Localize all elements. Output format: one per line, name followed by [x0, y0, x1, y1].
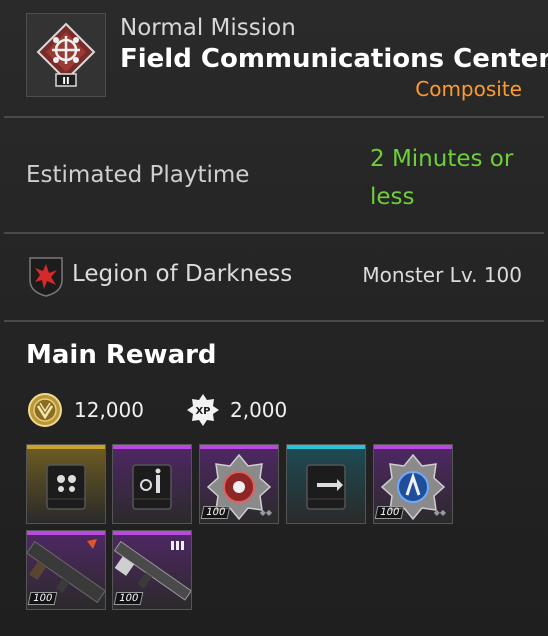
- enemy-level: Monster Lv. 100: [362, 263, 522, 287]
- reward-item-red-core[interactable]: 100 ◆◆: [199, 444, 279, 524]
- xp-amount: 2,000: [230, 398, 288, 422]
- gold-coin-icon: [28, 393, 62, 427]
- reward-item-launcher[interactable]: 100: [26, 530, 106, 610]
- playtime-value: 2 Minutes or less: [370, 146, 514, 210]
- item-level: 100: [113, 592, 144, 605]
- reward-item-purple-module[interactable]: [112, 444, 192, 524]
- divider: [4, 116, 544, 118]
- mission-rank-label: II: [62, 76, 69, 87]
- reward-item-gold-module[interactable]: [26, 444, 106, 524]
- legion-of-darkness-icon: [26, 254, 66, 298]
- mission-name: Field Communications Center: [120, 44, 548, 74]
- item-grade-dots: ◆◆: [433, 508, 446, 517]
- mission-emblem-icon: II: [26, 13, 106, 97]
- xp-label: XP: [195, 406, 210, 417]
- mission-tag: Composite: [415, 77, 522, 101]
- enemy-faction-name: Legion of Darkness: [72, 261, 293, 287]
- purple-module-icon: [113, 449, 191, 523]
- reward-item-rifle[interactable]: 100: [112, 530, 192, 610]
- gold-amount: 12,000: [74, 398, 144, 422]
- main-reward-title: Main Reward: [26, 340, 217, 370]
- item-level: 100: [200, 506, 231, 519]
- xp-icon: XP: [186, 393, 220, 427]
- item-grade-dots: ◆◆: [259, 508, 272, 517]
- reward-item-blue-module[interactable]: [286, 444, 366, 524]
- mission-info-panel: II Normal Mission Field Communications C…: [0, 0, 548, 636]
- mission-type-label: Normal Mission: [120, 15, 296, 41]
- item-level: 100: [374, 506, 405, 519]
- item-level: 100: [27, 592, 58, 605]
- blue-module-icon: [287, 449, 365, 523]
- divider: [4, 320, 544, 322]
- playtime-label: Estimated Playtime: [26, 162, 250, 188]
- divider: [4, 232, 544, 234]
- gold-module-icon: [27, 449, 105, 523]
- reward-item-blue-core[interactable]: 100 ◆◆: [373, 444, 453, 524]
